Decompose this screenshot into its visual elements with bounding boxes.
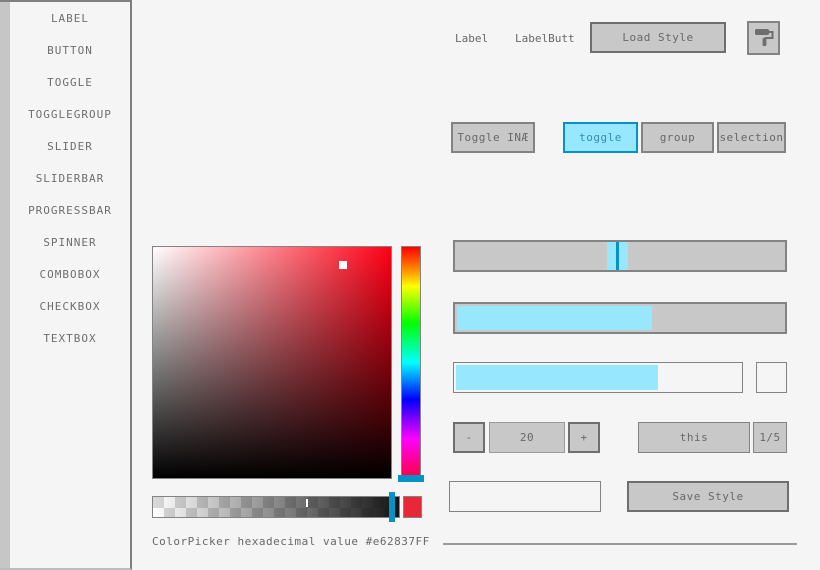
combobox-counter-button[interactable]: 1/5 — [753, 422, 787, 453]
sidebar-item-combobox[interactable]: COMBOBOX — [10, 258, 130, 290]
test-slider[interactable] — [453, 240, 787, 272]
section-divider — [443, 543, 797, 545]
sidebar-item-progressbar[interactable]: PROGRESSBAR — [10, 194, 130, 226]
spinner-plus-button[interactable]: + — [568, 422, 600, 453]
sidebar-item-spinner[interactable]: SPINNER — [10, 226, 130, 258]
test-label-button[interactable]: LabelButton — [515, 32, 574, 45]
test-checkbox[interactable] — [756, 362, 787, 393]
sidebar-item-sliderbar[interactable]: SLIDERBAR — [10, 162, 130, 194]
sidebar-item-togglegroup[interactable]: TOGGLEGROUP — [10, 98, 130, 130]
togglegroup-item-toggle[interactable]: toggle — [563, 122, 638, 153]
alpha-bar-mid-tick — [306, 499, 308, 507]
load-style-button[interactable]: Load Style — [590, 22, 726, 53]
colorpicker-alpha-handle[interactable] — [389, 492, 395, 522]
colorpicker-alpha-bar[interactable] — [152, 496, 400, 518]
combobox-selected-button[interactable]: this — [638, 422, 750, 453]
colorpicker-hue-bar[interactable] — [401, 246, 421, 479]
sidebar-item-button[interactable]: BUTTON — [10, 34, 130, 66]
spinner-minus-button[interactable]: - — [453, 422, 485, 453]
sidebar-item-textbox[interactable]: TEXTBOX — [10, 322, 130, 354]
colorpicker-hex-label: ColorPicker hexadecimal value #e62837FF — [152, 535, 430, 548]
test-progressbar — [453, 362, 743, 393]
test-toggle-button[interactable]: Toggle INÆ — [451, 122, 535, 153]
paint-roller-icon — [753, 26, 775, 50]
sidebar-item-slider[interactable]: SLIDER — [10, 130, 130, 162]
colorpicker-sv-panel[interactable] — [152, 246, 392, 479]
selected-color-swatch — [403, 496, 422, 518]
colorpicker-sv-selector[interactable] — [339, 261, 347, 269]
controls-list: LABEL BUTTON TOGGLE TOGGLEGROUP SLIDER S… — [10, 2, 130, 354]
test-label: Label — [455, 32, 488, 45]
sidebar-scrollbar[interactable] — [0, 2, 10, 568]
sidebar-item-label[interactable]: LABEL — [10, 2, 130, 34]
spinner-value-field[interactable]: 20 — [489, 422, 565, 453]
progressbar-fill — [456, 365, 658, 390]
slider-handle-line — [616, 242, 619, 270]
sidebar-item-toggle[interactable]: TOGGLE — [10, 66, 130, 98]
controls-sidebar: LABEL BUTTON TOGGLE TOGGLEGROUP SLIDER S… — [0, 0, 132, 570]
colorpicker-hue-handle[interactable] — [398, 475, 424, 482]
style-apply-button[interactable] — [747, 21, 780, 55]
togglegroup-item-selection[interactable]: selection — [717, 122, 786, 153]
slider-handle[interactable] — [607, 242, 628, 270]
test-textbox[interactable] — [449, 481, 601, 512]
sliderbar-fill — [457, 306, 652, 330]
test-sliderbar[interactable] — [453, 302, 787, 334]
app-window: LABEL BUTTON TOGGLE TOGGLEGROUP SLIDER S… — [0, 0, 820, 570]
sidebar-item-checkbox[interactable]: CHECKBOX — [10, 290, 130, 322]
save-style-button[interactable]: Save Style — [627, 481, 789, 512]
togglegroup-item-group[interactable]: group — [641, 122, 714, 153]
